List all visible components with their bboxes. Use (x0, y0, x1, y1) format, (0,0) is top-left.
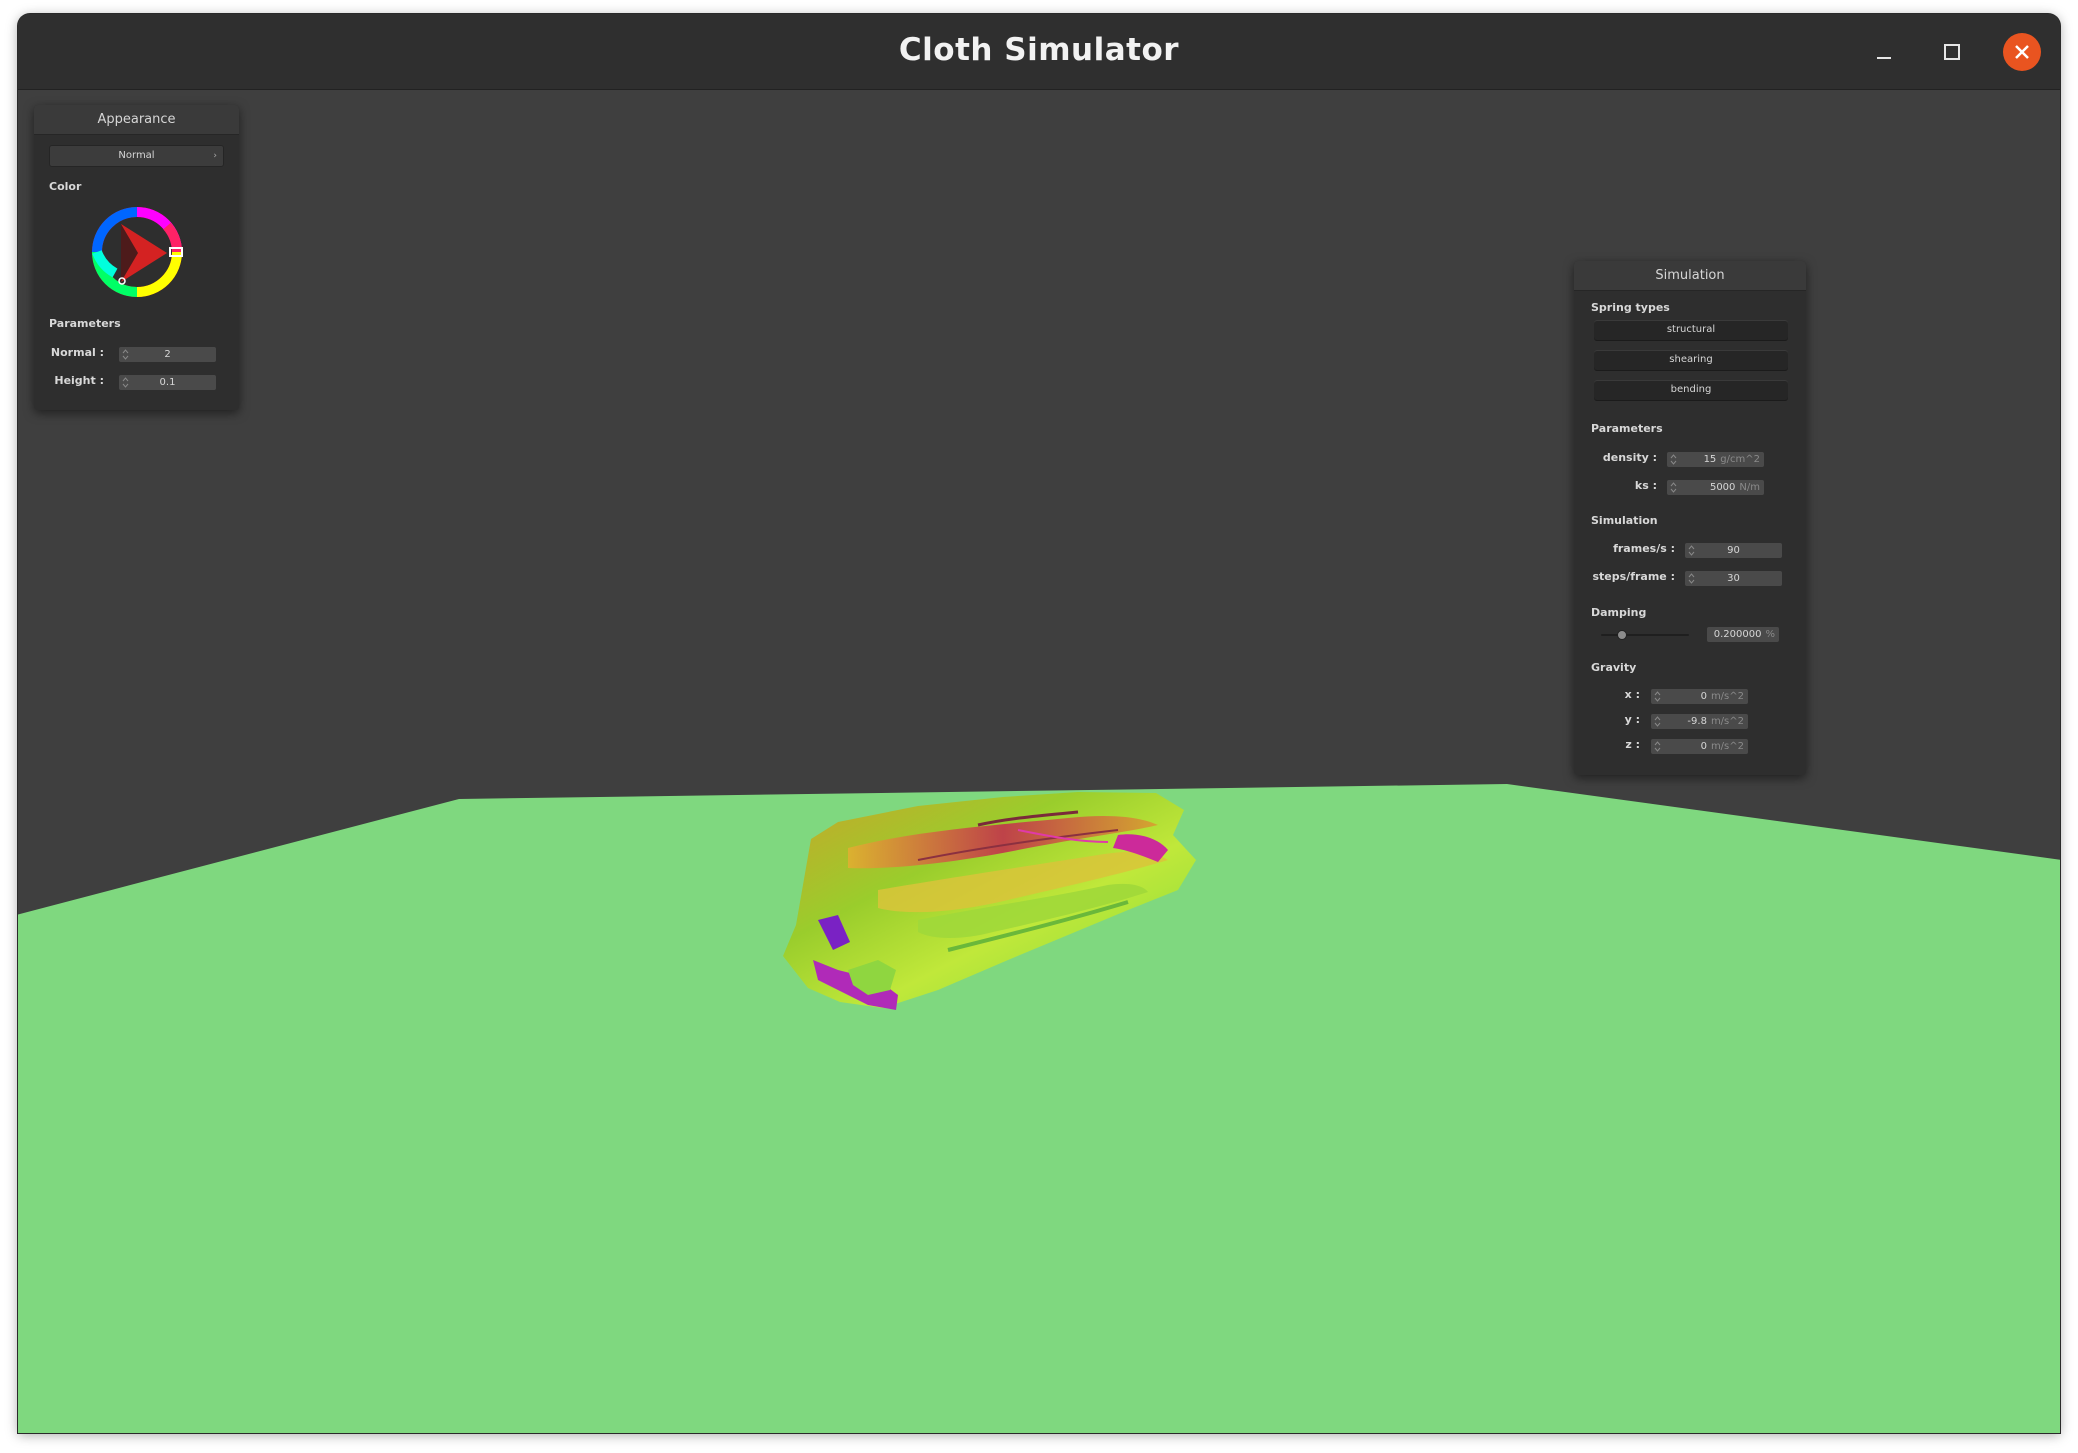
maximize-icon (1944, 44, 1960, 60)
normal-value: 2 (164, 349, 171, 360)
fps-value: 90 (1727, 545, 1740, 556)
parameters-label: Parameters (1591, 422, 1663, 435)
gravity-x-value: 0 (1700, 691, 1707, 702)
parameters-label: Parameters (49, 317, 121, 330)
normal-input[interactable]: 2 (119, 347, 216, 362)
spinner-icon[interactable] (1688, 572, 1695, 585)
color-wheel[interactable] (90, 205, 184, 299)
gravity-x-unit: m/s^2 (1710, 691, 1744, 702)
minimize-button[interactable] (1866, 34, 1902, 70)
gravity-y-value: -9.8 (1687, 716, 1707, 727)
spinner-icon[interactable] (1654, 740, 1661, 753)
ks-value: 5000 (1709, 482, 1736, 493)
appearance-mode-value: Normal (118, 150, 155, 161)
spinner-icon[interactable] (1670, 481, 1677, 494)
gravity-z-label: z : (1625, 738, 1640, 751)
ks-input[interactable]: 5000 N/m (1667, 480, 1764, 495)
appearance-mode-select[interactable]: Normal › (49, 145, 224, 167)
gravity-y-input[interactable]: -9.8 m/s^2 (1651, 714, 1748, 729)
simulation-panel: Simulation Spring types structural shear… (1574, 261, 1806, 775)
app-window: Cloth Simulator Appearance Normal › Colo… (18, 14, 2060, 1433)
bending-button[interactable]: bending (1594, 380, 1788, 400)
gravity-z-input[interactable]: 0 m/s^2 (1651, 739, 1748, 754)
simulation-panel-title: Simulation (1574, 261, 1806, 291)
spinner-icon[interactable] (1670, 453, 1677, 466)
appearance-panel: Appearance Normal › Color Parameters Nor… (34, 105, 239, 410)
damping-slider[interactable] (1601, 630, 1689, 640)
3d-viewport[interactable]: Appearance Normal › Color Parameters Nor… (18, 90, 2060, 1433)
appearance-panel-title: Appearance (34, 105, 239, 135)
gravity-x-label: x : (1624, 688, 1640, 701)
spinner-icon[interactable] (122, 376, 129, 389)
steps-label: steps/frame : (1592, 570, 1676, 583)
window-title: Cloth Simulator (898, 32, 1180, 68)
spinner-icon[interactable] (1688, 544, 1695, 557)
ks-label: ks : (1634, 479, 1657, 492)
gravity-label: Gravity (1591, 661, 1637, 674)
structural-button[interactable]: structural (1594, 320, 1788, 340)
damping-slider-thumb[interactable] (1616, 630, 1627, 640)
gravity-y-unit: m/s^2 (1710, 716, 1744, 727)
spinner-icon[interactable] (1654, 690, 1661, 703)
height-value: 0.1 (159, 377, 176, 388)
damping-unit: % (1765, 629, 1775, 640)
fps-label: frames/s : (1613, 542, 1675, 555)
minimize-icon (1877, 57, 1891, 59)
close-button[interactable] (2003, 33, 2041, 71)
shearing-button[interactable]: shearing (1594, 350, 1788, 370)
chevron-right-icon: › (213, 151, 217, 161)
maximize-button[interactable] (1934, 34, 1970, 70)
gravity-z-unit: m/s^2 (1710, 741, 1744, 752)
density-input[interactable]: 15 g/cm^2 (1667, 452, 1764, 467)
simulation-section-label: Simulation (1591, 514, 1658, 527)
close-icon (2015, 45, 2029, 59)
fps-input[interactable]: 90 (1685, 543, 1782, 558)
color-label: Color (49, 180, 82, 193)
spring-types-label: Spring types (1591, 301, 1670, 314)
gravity-y-label: y : (1624, 713, 1640, 726)
damping-label: Damping (1591, 606, 1647, 619)
spinner-icon[interactable] (122, 348, 129, 361)
spinner-icon[interactable] (1654, 715, 1661, 728)
normal-label: Normal : (50, 346, 104, 359)
steps-input[interactable]: 30 (1685, 571, 1782, 586)
steps-value: 30 (1727, 573, 1740, 584)
height-input[interactable]: 0.1 (119, 375, 216, 390)
height-label: Height : (54, 374, 104, 387)
gravity-x-input[interactable]: 0 m/s^2 (1651, 689, 1748, 704)
title-bar[interactable]: Cloth Simulator (18, 14, 2060, 90)
damping-input[interactable]: 0.200000% (1707, 627, 1779, 642)
damping-value: 0.200000 (1713, 629, 1762, 640)
density-label: density : (1602, 451, 1657, 464)
density-value: 15 (1703, 454, 1717, 465)
density-unit: g/cm^2 (1720, 454, 1760, 465)
damping-slider-track (1601, 634, 1689, 636)
ks-unit: N/m (1739, 482, 1760, 493)
gravity-z-value: 0 (1700, 741, 1707, 752)
